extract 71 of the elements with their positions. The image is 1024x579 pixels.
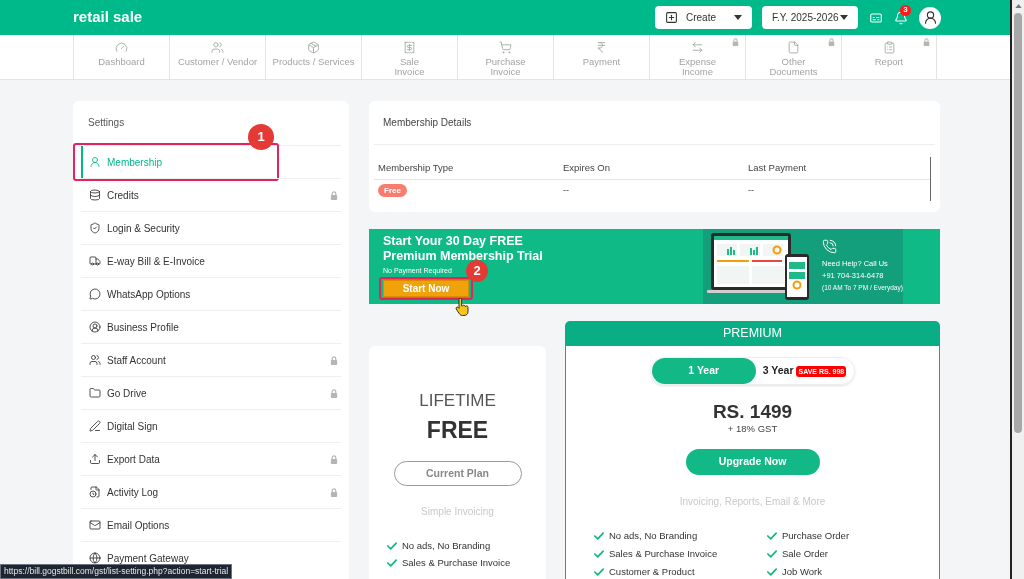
settings-menu-item[interactable]: Credits <box>81 179 277 211</box>
settings-menu-item[interactable]: Staff Account <box>81 344 277 376</box>
avatar-icon[interactable] <box>919 6 941 29</box>
upload-icon <box>89 453 101 465</box>
document-icon <box>787 41 800 54</box>
phone-icon <box>822 239 837 254</box>
status-url: https://bill.gogstbill.com/gst/list-setting.php?action=start-trial <box>4 565 229 578</box>
rupee-icon <box>595 41 608 54</box>
caret-icon <box>840 15 848 20</box>
people-icon <box>89 354 101 366</box>
bell-icon[interactable] <box>894 10 908 25</box>
cart-icon <box>499 41 512 54</box>
receipt-icon <box>403 41 416 54</box>
feature-text: Sales & Purchase Invoice <box>402 555 511 570</box>
feature-text: Job Work <box>782 564 822 579</box>
clipboard-icon <box>882 41 896 54</box>
feature-text: Purchase Order <box>782 528 850 543</box>
database-icon <box>89 189 101 201</box>
fiscal-year-select[interactable]: F.Y. 2025-2026 <box>762 6 858 29</box>
app-title: retail sale <box>73 7 143 28</box>
plan-price: RS. 1499 <box>712 401 793 423</box>
feature-text: Sale Order <box>782 546 828 561</box>
column-header: Membership Type <box>378 160 455 175</box>
user-icon <box>89 156 101 168</box>
settings-menu-item[interactable]: Email Options <box>81 509 277 541</box>
arrows-icon <box>691 41 704 54</box>
caret-icon <box>734 15 742 20</box>
column-header: Last Payment <box>748 160 807 175</box>
plan-title: PREMIUM <box>723 325 782 343</box>
panel-title: Settings <box>88 118 125 128</box>
plan-period: LIFETIME <box>419 391 496 411</box>
column-header: Expires On <box>563 160 611 175</box>
tax-note: + 18% GST <box>727 423 778 435</box>
people-icon <box>211 41 224 54</box>
step-number: 2 <box>466 260 488 282</box>
membership-tag: Free <box>378 184 407 197</box>
folder-icon <box>89 387 101 399</box>
feature-text: Sales & Purchase Invoice <box>609 546 718 561</box>
settings-menu-item[interactable]: E-way Bill & E-Invoice <box>81 245 277 277</box>
shield-icon <box>89 222 101 234</box>
table-cell-text: -- <box>563 183 570 197</box>
settings-menu-item[interactable]: Digital Sign <box>81 410 277 442</box>
settings-menu-item[interactable]: Business Profile <box>81 311 277 343</box>
step-number: 1 <box>248 124 274 150</box>
feature-text: No ads, No Branding <box>402 538 491 553</box>
settings-menu-item[interactable]: Go Drive <box>81 377 277 409</box>
chat-bubble-icon <box>89 288 101 300</box>
globe-icon <box>89 552 101 564</box>
settings-menu-item[interactable]: Export Data <box>81 443 277 475</box>
hand-cursor-icon <box>455 298 469 316</box>
gauge-icon <box>115 41 128 54</box>
settings-menu-item[interactable]: WhatsApp Options <box>81 278 277 310</box>
add-icon <box>665 11 678 24</box>
table-cell-text: -- <box>748 183 754 197</box>
truck-icon <box>89 255 101 267</box>
plan-price: FREE <box>426 417 489 443</box>
file-clock-icon <box>89 486 101 498</box>
scroll-up-arrow-icon[interactable] <box>1014 4 1022 8</box>
settings-menu-item[interactable]: Activity Log <box>81 476 277 508</box>
notification-count: 3 <box>900 4 911 16</box>
card-title: Membership Details <box>383 116 472 130</box>
settings-menu-item[interactable]: Login & Security <box>81 212 277 244</box>
create-button[interactable]: Create <box>655 6 752 29</box>
feature-text: Customer & Product <box>609 564 695 579</box>
scrollbar-thumb[interactable] <box>1014 13 1022 433</box>
scrollbar[interactable] <box>1010 0 1024 579</box>
profile-icon <box>89 321 101 333</box>
feature-text: No ads, No Branding <box>609 528 698 543</box>
box-icon <box>307 41 320 54</box>
pen-icon <box>89 420 101 432</box>
mail-icon <box>89 519 101 531</box>
